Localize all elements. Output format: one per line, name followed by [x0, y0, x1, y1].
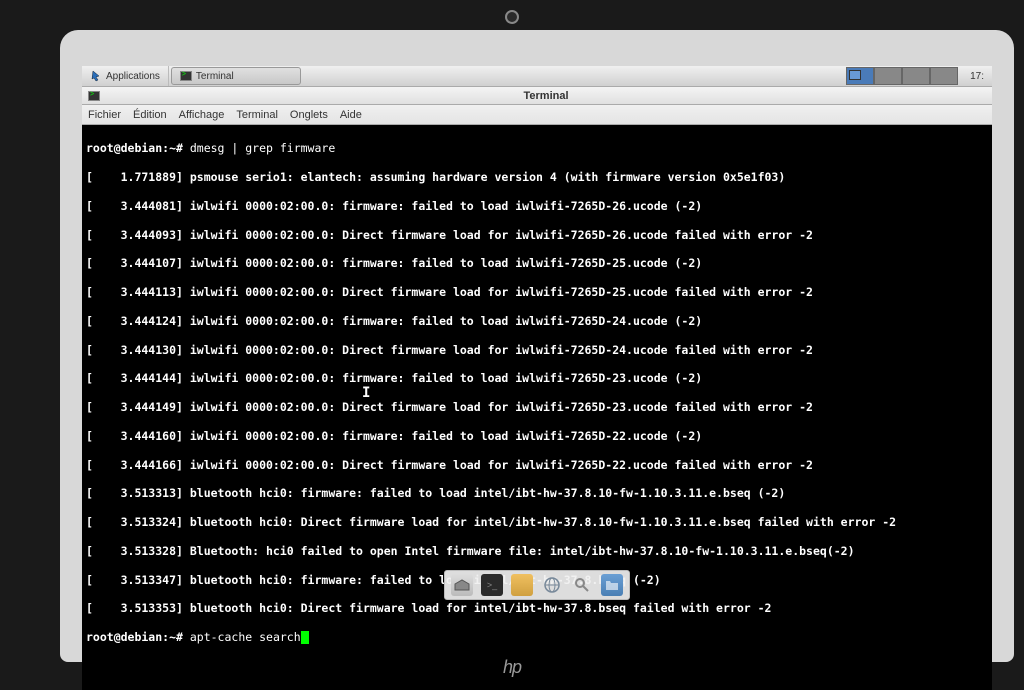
- terminal-icon: [180, 71, 192, 81]
- titlebar[interactable]: Terminal: [82, 87, 992, 105]
- output-line: [ 3.444081] iwlwifi 0000:02:00.0: firmwa…: [86, 199, 988, 213]
- menu-edition[interactable]: Édition: [133, 109, 167, 121]
- output-line: [ 3.513353] bluetooth hci0: Direct firmw…: [86, 601, 988, 615]
- terminal-body[interactable]: root@debian:~# dmesg | grep firmware [ 1…: [82, 125, 992, 690]
- prompt: root@debian:~#: [86, 141, 190, 155]
- dock-home[interactable]: [451, 574, 473, 596]
- workspace-3[interactable]: [902, 67, 930, 85]
- output-line: [ 3.444160] iwlwifi 0000:02:00.0: firmwa…: [86, 429, 988, 443]
- output-line: [ 3.444166] iwlwifi 0000:02:00.0: Direct…: [86, 458, 988, 472]
- output-line: [ 3.444149] iwlwifi 0000:02:00.0: Direct…: [86, 400, 988, 414]
- top-panel: Applications Terminal 17:: [82, 66, 992, 87]
- menu-onglets[interactable]: Onglets: [290, 109, 328, 121]
- applications-menu[interactable]: Applications: [82, 66, 169, 86]
- menu-affichage[interactable]: Affichage: [179, 109, 225, 121]
- workspace-4[interactable]: [930, 67, 958, 85]
- menu-aide[interactable]: Aide: [340, 109, 362, 121]
- task-label: Terminal: [196, 71, 234, 82]
- workspace-1[interactable]: [846, 67, 874, 85]
- output-line: [ 3.444113] iwlwifi 0000:02:00.0: Direct…: [86, 285, 988, 299]
- menubar: Fichier Édition Affichage Terminal Ongle…: [82, 105, 992, 125]
- command: apt-cache search: [190, 630, 301, 644]
- window-title: Terminal: [106, 90, 986, 102]
- dock-terminal[interactable]: >_: [481, 574, 503, 596]
- output-line: [ 3.513328] Bluetooth: hci0 failed to op…: [86, 544, 988, 558]
- desktop-screen: Applications Terminal 17: Terminal Fichi…: [82, 66, 992, 634]
- hp-logo: hp: [503, 657, 521, 678]
- menu-fichier[interactable]: Fichier: [88, 109, 121, 121]
- workspace-2[interactable]: [874, 67, 902, 85]
- workspace-switcher[interactable]: [846, 67, 958, 85]
- taskbar-terminal[interactable]: Terminal: [171, 67, 301, 85]
- text-cursor-ibeam: I: [362, 385, 370, 403]
- dock-web[interactable]: [541, 574, 563, 596]
- prompt: root@debian:~#: [86, 630, 190, 644]
- output-line: [ 1.771889] psmouse serio1: elantech: as…: [86, 170, 988, 184]
- output-line: [ 3.513324] bluetooth hci0: Direct firmw…: [86, 515, 988, 529]
- output-line: [ 3.444093] iwlwifi 0000:02:00.0: Direct…: [86, 228, 988, 242]
- output-line: [ 3.444107] iwlwifi 0000:02:00.0: firmwa…: [86, 256, 988, 270]
- dock-files[interactable]: [511, 574, 533, 596]
- clock[interactable]: 17:: [962, 71, 992, 82]
- output-line: [ 3.444130] iwlwifi 0000:02:00.0: Direct…: [86, 343, 988, 357]
- dock-search[interactable]: [571, 574, 593, 596]
- laptop-frame: Applications Terminal 17: Terminal Fichi…: [60, 30, 1014, 662]
- output-line: [ 3.444124] iwlwifi 0000:02:00.0: firmwa…: [86, 314, 988, 328]
- dock-folder[interactable]: [601, 574, 623, 596]
- webcam: [505, 10, 519, 24]
- mouse-icon: [90, 70, 102, 82]
- terminal-titlebar-icon: [88, 91, 100, 101]
- output-line: [ 3.513313] bluetooth hci0: firmware: fa…: [86, 486, 988, 500]
- dock: >_: [444, 570, 630, 600]
- output-line: [ 3.444144] iwlwifi 0000:02:00.0: firmwa…: [86, 371, 988, 385]
- command: dmesg | grep firmware: [190, 141, 335, 155]
- menu-terminal[interactable]: Terminal: [236, 109, 278, 121]
- applications-label: Applications: [106, 71, 160, 82]
- cursor: [301, 631, 309, 644]
